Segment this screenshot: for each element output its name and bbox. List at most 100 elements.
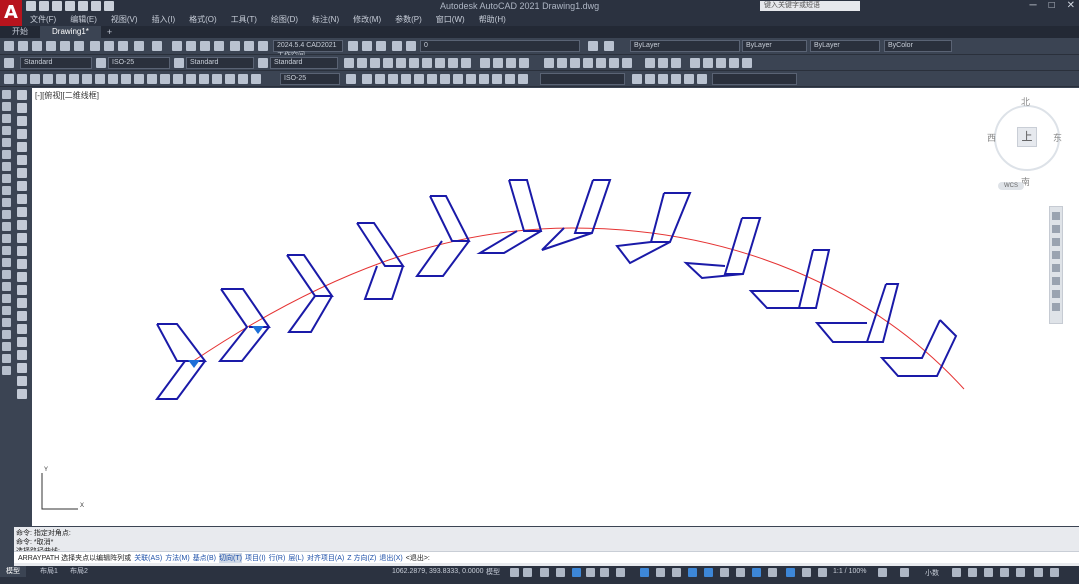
extend-icon[interactable] <box>2 210 11 219</box>
sweep-icon[interactable] <box>448 58 458 68</box>
annotation-scale-icon[interactable] <box>802 568 811 577</box>
zoom-extents-icon[interactable] <box>1052 238 1060 246</box>
chamfer-icon[interactable] <box>2 246 11 255</box>
named-views-icon[interactable] <box>632 74 642 84</box>
settings-icon[interactable] <box>878 568 887 577</box>
sketch-icon[interactable] <box>17 376 27 386</box>
save-icon[interactable] <box>52 1 62 11</box>
option-exit[interactable]: 退出(X) <box>379 553 402 563</box>
viewcube-top-face[interactable]: 上 <box>1017 127 1037 147</box>
table-icon[interactable] <box>17 220 27 230</box>
view-front-icon[interactable] <box>596 58 606 68</box>
annotation-visibility-icon[interactable] <box>768 568 777 577</box>
break-icon[interactable] <box>2 222 11 231</box>
dim-style-icon[interactable] <box>96 58 106 68</box>
menu-item[interactable]: 编辑(E) <box>70 14 97 25</box>
solid-sphere-icon[interactable] <box>357 58 367 68</box>
text-style-select[interactable]: Standard <box>20 57 92 69</box>
pan-icon[interactable] <box>172 41 182 51</box>
tolerance-icon[interactable] <box>173 74 183 84</box>
jogged-linear-icon[interactable] <box>212 74 222 84</box>
units-readout[interactable]: 小数 <box>925 568 939 578</box>
selection-filter-icon[interactable] <box>736 568 745 577</box>
dim-update-icon[interactable] <box>251 74 261 84</box>
solid-wedge-icon[interactable] <box>396 58 406 68</box>
ortho-icon[interactable] <box>572 568 581 577</box>
intersect-icon[interactable] <box>506 58 516 68</box>
subtract-icon[interactable] <box>493 58 503 68</box>
solid-cylinder-icon[interactable] <box>370 58 380 68</box>
gradient-icon[interactable] <box>17 194 27 204</box>
view-iso-icon[interactable] <box>622 58 632 68</box>
helix-icon[interactable] <box>17 298 27 308</box>
option-items[interactable]: 项目(I) <box>245 553 266 563</box>
menu-item[interactable]: 文件(F) <box>30 14 56 25</box>
paste-icon[interactable] <box>118 41 128 51</box>
lineweight-icon[interactable] <box>656 568 665 577</box>
spline-icon[interactable] <box>17 116 27 126</box>
maximize-icon[interactable]: □ <box>1049 0 1055 11</box>
ordinate-dim-icon[interactable] <box>43 74 53 84</box>
workspace-select[interactable]: 2024.5.4 CAD2021 工作空间 <box>273 40 343 59</box>
tab-start[interactable]: 开始 <box>0 26 40 38</box>
option-align[interactable]: 对齐项目(A) <box>307 553 344 563</box>
match-layer-icon[interactable] <box>588 41 598 51</box>
quick-properties-icon[interactable] <box>952 568 961 577</box>
solid-torus-icon[interactable] <box>409 58 419 68</box>
orbit-icon[interactable] <box>1052 251 1060 259</box>
mirror-icon[interactable] <box>2 114 11 123</box>
wipeout-icon[interactable] <box>17 285 27 295</box>
revolve-icon[interactable] <box>435 58 445 68</box>
trim-icon[interactable] <box>2 198 11 207</box>
polygon-icon[interactable] <box>2 306 11 315</box>
view-bottom-icon[interactable] <box>557 58 567 68</box>
save-icon[interactable] <box>32 41 42 51</box>
continuous-orbit-icon[interactable] <box>671 58 681 68</box>
divide-icon[interactable] <box>17 311 27 321</box>
nav-extra-icon[interactable] <box>1052 303 1060 311</box>
loft-icon[interactable] <box>461 58 471 68</box>
fillet-icon[interactable] <box>2 258 11 267</box>
dim-edit-icon[interactable] <box>225 74 235 84</box>
visual-style-conceptual-icon[interactable] <box>729 58 739 68</box>
add-selected-icon[interactable] <box>17 246 27 256</box>
array-icon[interactable] <box>2 138 11 147</box>
circle-icon[interactable] <box>2 342 11 351</box>
close-icon[interactable]: ✕ <box>1067 0 1075 11</box>
menu-item[interactable]: 帮助(H) <box>479 14 506 25</box>
3dpoly-icon[interactable] <box>17 389 27 399</box>
ucs-object-icon[interactable] <box>414 74 424 84</box>
layer-properties-icon[interactable] <box>376 41 386 51</box>
ucs-zaxis-icon[interactable] <box>453 74 463 84</box>
linear-dim-icon[interactable] <box>4 74 14 84</box>
command-grip[interactable] <box>0 527 14 566</box>
auto-scale-icon[interactable] <box>786 568 795 577</box>
quick-dim-icon[interactable] <box>108 74 118 84</box>
ucs-face-icon[interactable] <box>401 74 411 84</box>
menu-item[interactable]: 绘图(D) <box>271 14 298 25</box>
solid-cone-icon[interactable] <box>383 58 393 68</box>
arc-length-icon[interactable] <box>30 74 40 84</box>
stretch-icon[interactable] <box>2 186 11 195</box>
nav-extra-icon[interactable] <box>1052 290 1060 298</box>
menu-item[interactable]: 格式(O) <box>189 14 217 25</box>
customization-icon[interactable] <box>1034 568 1043 577</box>
ray-icon[interactable] <box>17 350 27 360</box>
new-tab-button[interactable]: + <box>101 26 118 38</box>
layer-state-icon[interactable] <box>392 41 402 51</box>
viewcube[interactable]: 北 南 东 西 上 <box>977 95 1077 190</box>
visual-style-realistic-icon[interactable] <box>716 58 726 68</box>
tab-layout1[interactable]: 布局1 <box>34 566 64 577</box>
explode-icon[interactable] <box>2 270 11 279</box>
workspace-settings-icon[interactable] <box>348 41 358 51</box>
aligned-dim-icon[interactable] <box>17 74 27 84</box>
view-back-icon[interactable] <box>609 58 619 68</box>
viewcube-east[interactable]: 东 <box>1053 131 1062 144</box>
render-icon[interactable] <box>742 58 752 68</box>
dim-style-manager-icon[interactable] <box>346 74 356 84</box>
gizmo-icon[interactable] <box>752 568 761 577</box>
menu-item[interactable]: 参数(P) <box>395 14 422 25</box>
ucs-z-icon[interactable] <box>505 74 515 84</box>
copy-icon[interactable] <box>104 41 114 51</box>
xline-icon[interactable] <box>17 337 27 347</box>
